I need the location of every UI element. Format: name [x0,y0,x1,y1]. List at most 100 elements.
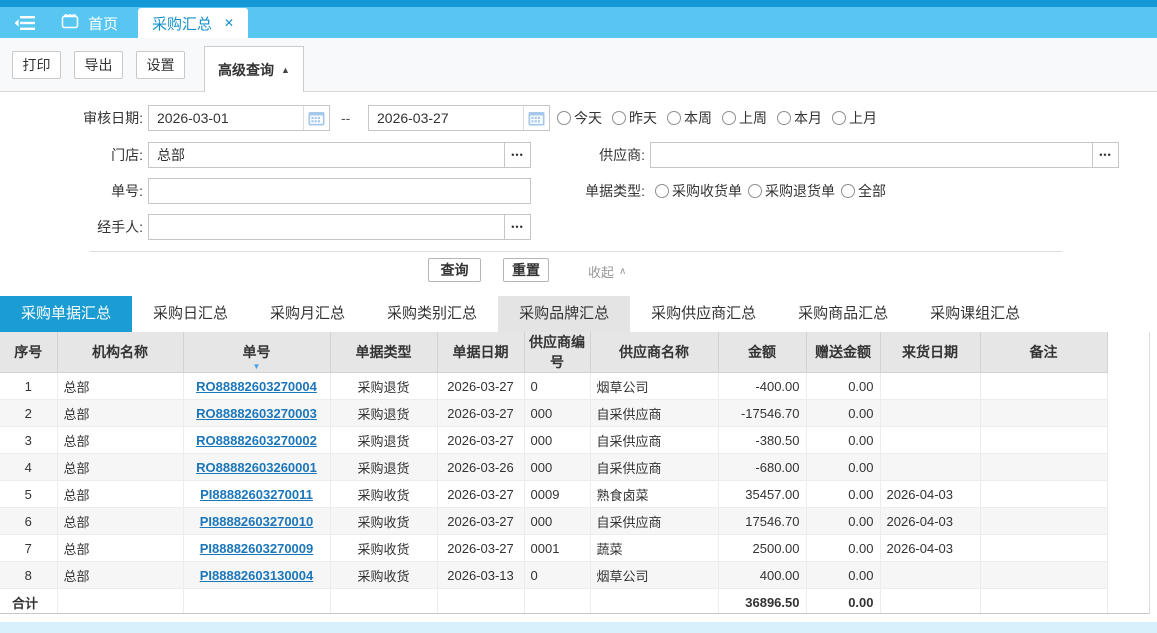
doc-link[interactable]: RO88882603270003 [196,406,317,421]
summary-subtab-0[interactable]: 采购单据汇总 [0,296,132,332]
reset-button[interactable]: 重置 [503,258,549,282]
table-cell: 2026-03-27 [437,400,524,427]
column-header-10[interactable]: 备注 [980,332,1107,373]
table-cell: 0.00 [806,481,880,508]
settings-button[interactable]: 设置 [136,51,185,79]
table-cell: 0.00 [806,373,880,400]
total-empty-cell [330,589,437,615]
doc-type-radio-1[interactable]: 采购退货单 [748,181,835,201]
home-tab[interactable]: 首页 [60,8,118,38]
table-cell: 3 [0,427,57,454]
quick-date-radio-3[interactable]: 上周 [722,108,767,128]
supplier-lookup-button[interactable]: ••• [1093,142,1119,168]
column-header-label: 单据类型 [356,344,412,360]
doc-link[interactable]: PI88882603130004 [200,568,314,583]
summary-subtab-3[interactable]: 采购类别汇总 [366,296,498,332]
table-cell: -380.50 [718,427,806,454]
caret-up-icon: ▲ [281,65,290,75]
total-empty-cell [57,589,183,615]
query-button[interactable]: 查询 [428,258,481,282]
column-header-label: 来货日期 [902,344,958,360]
collapse-panel-link[interactable]: 收起 ∧ [588,262,626,281]
order-no-input-wrap [148,178,531,204]
sidebar-collapse-icon[interactable] [10,8,40,38]
doc-link[interactable]: RO88882603270002 [196,433,317,448]
doc-link[interactable]: PI88882603270010 [200,514,314,529]
close-tab-icon[interactable]: ✕ [224,17,234,29]
doc-link[interactable]: RO88882603270004 [196,379,317,394]
quick-date-radio-1[interactable]: 昨天 [612,108,657,128]
export-button[interactable]: 导出 [74,51,123,79]
supplier-input[interactable] [651,143,1092,167]
advanced-query-button[interactable]: 高级查询 ▲ [204,46,304,92]
summary-subtab-4[interactable]: 采购品牌汇总 [498,296,630,332]
order-no-input[interactable] [149,179,530,203]
column-header-3[interactable]: 单据类型 [330,332,437,373]
summary-subtab-2[interactable]: 采购月汇总 [249,296,366,332]
quick-date-radio-group: 今天昨天 本周 上周本月上月 [557,105,877,131]
date-from-input[interactable] [149,106,303,130]
table-cell [980,373,1107,400]
quick-date-radio-label: 本周 [684,108,712,128]
store-input-wrap [148,142,505,168]
quick-date-radio-0[interactable]: 今天 [557,108,602,128]
table-cell: RO88882603270004 [183,373,330,400]
summary-subtab-5[interactable]: 采购供应商汇总 [630,296,777,332]
column-header-2[interactable]: 单号▼ [183,332,330,373]
total-amount: 36896.50 [718,589,806,615]
column-header-6[interactable]: 供应商名称 [590,332,718,373]
summary-subtab-6[interactable]: 采购商品汇总 [777,296,909,332]
calendar-icon[interactable] [523,106,549,130]
collapse-label: 收起 [588,262,614,281]
doc-type-radio-2[interactable]: 全部 [841,181,886,201]
column-header-8[interactable]: 赠送金额 [806,332,880,373]
column-header-1[interactable]: 机构名称 [57,332,183,373]
table-cell: 0.00 [806,562,880,589]
date-range-separator: -- [341,105,350,131]
summary-subtab-7[interactable]: 采购课组汇总 [909,296,1041,332]
column-header-label: 供应商名称 [619,344,689,360]
handler-input-wrap [148,214,505,240]
table-cell: 2026-04-03 [880,508,980,535]
summary-tabs: 采购单据汇总采购日汇总采购月汇总采购类别汇总采购品牌汇总采购供应商汇总采购商品汇… [0,290,1157,332]
store-label: 门店: [0,142,143,168]
quick-date-radio-4[interactable]: 本月 [777,108,822,128]
doc-link[interactable]: PI88882603270009 [200,541,314,556]
radio-circle-icon [841,184,855,198]
summary-subtab-1[interactable]: 采购日汇总 [132,296,249,332]
column-header-5[interactable]: 供应商编号 [524,332,590,373]
column-header-label: 单号 [243,344,271,360]
table-cell: 2 [0,400,57,427]
table-cell: 烟草公司 [590,562,718,589]
column-header-0[interactable]: 序号 [0,332,57,373]
table-cell: 自采供应商 [590,400,718,427]
table-cell: -680.00 [718,454,806,481]
doc-type-radio-label: 采购退货单 [765,181,835,201]
quick-date-radio-label: 上周 [739,108,767,128]
table-cell: 17546.70 [718,508,806,535]
handler-input[interactable] [149,215,504,239]
handler-label: 经手人: [0,214,143,240]
doc-type-radio-0[interactable]: 采购收货单 [655,181,742,201]
doc-link[interactable]: RO88882603260001 [196,460,317,475]
table-cell: PI88882603270010 [183,508,330,535]
handler-lookup-button[interactable]: ••• [505,214,531,240]
table-cell: 总部 [57,400,183,427]
table-cell [980,508,1107,535]
store-input[interactable] [149,143,504,167]
tab-purchase-summary[interactable]: 采购汇总 ✕ [138,8,248,38]
column-header-7[interactable]: 金额 [718,332,806,373]
calendar-icon[interactable] [303,106,329,130]
quick-date-radio-2[interactable]: 本周 [667,108,712,128]
table-cell [880,400,980,427]
column-header-9[interactable]: 来货日期 [880,332,980,373]
print-button[interactable]: 打印 [12,51,61,79]
table-cell [880,427,980,454]
column-header-label: 金额 [748,344,776,360]
doc-link[interactable]: PI88882603270011 [200,487,313,502]
table-header-row: 序号机构名称单号▼ 单据类型 单据日期供应商编号 供应商名称 金额 赠送金额 来货日期 备注 [0,332,1107,373]
date-to-input[interactable] [369,106,523,130]
quick-date-radio-5[interactable]: 上月 [832,108,877,128]
total-empty-cell [590,589,718,615]
column-header-4[interactable]: 单据日期 [437,332,524,373]
